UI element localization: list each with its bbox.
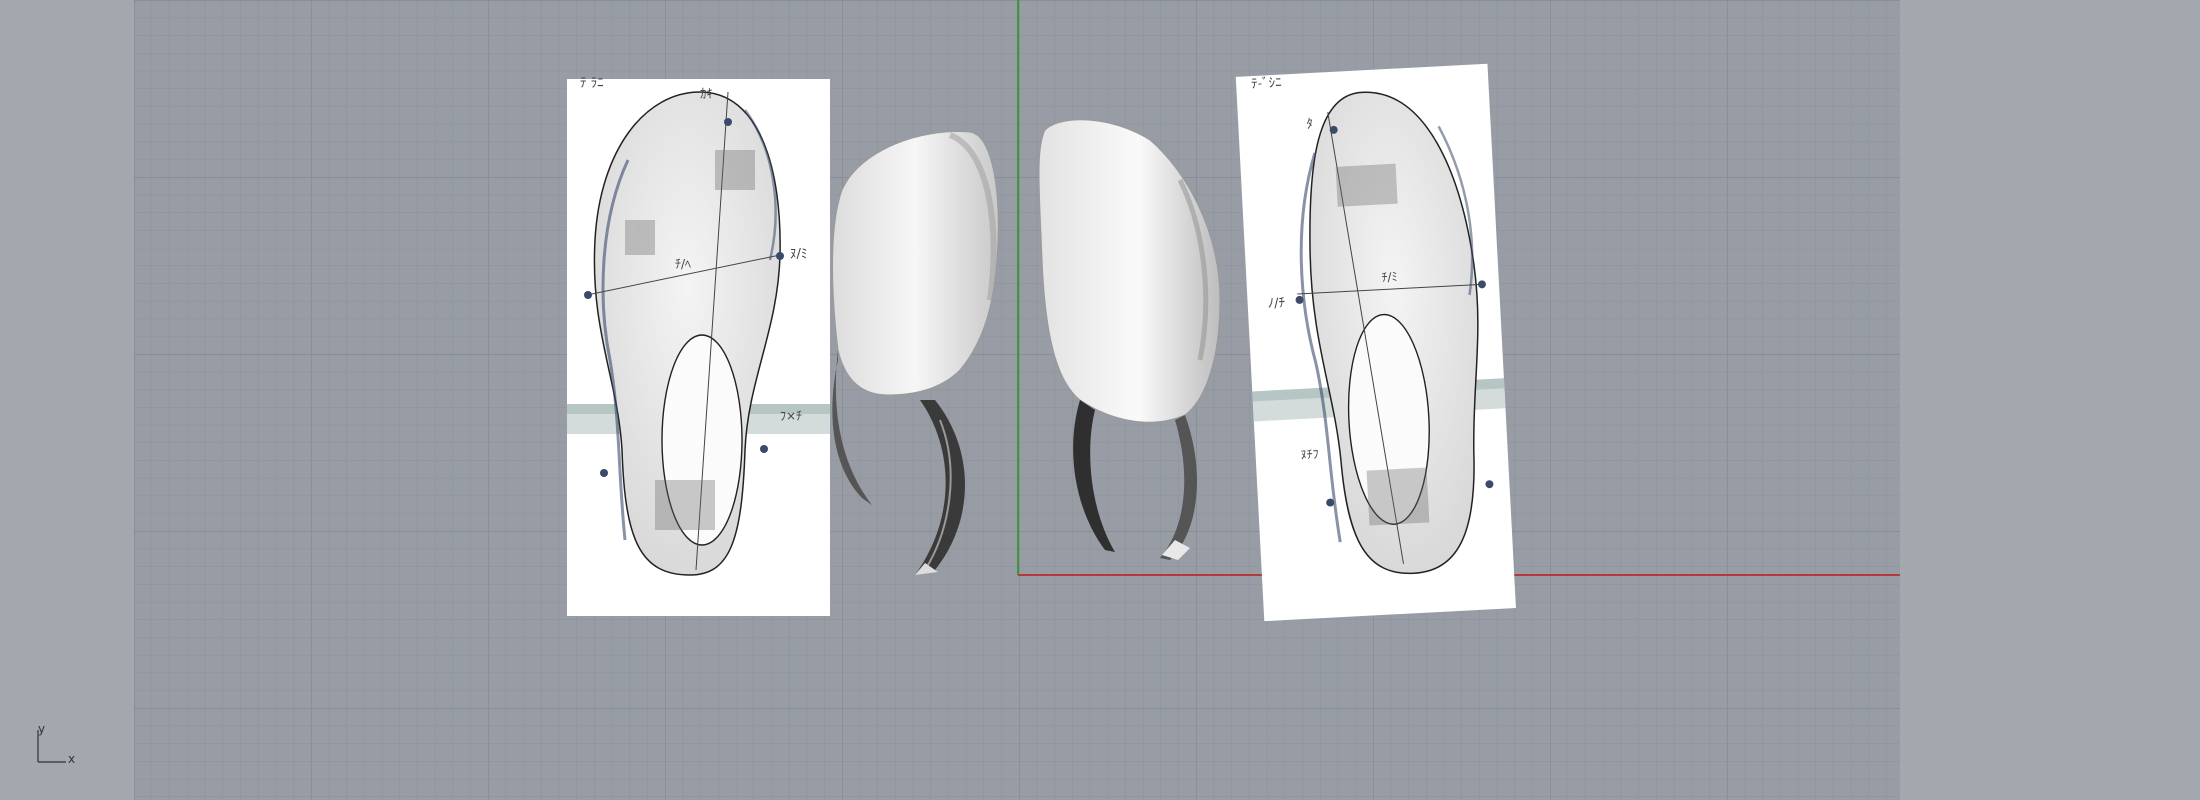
axis-x-label: x — [68, 752, 76, 766]
control-point[interactable] — [584, 291, 592, 299]
control-point[interactable] — [600, 469, 608, 477]
sketch-annotation: ｶｷ — [700, 87, 713, 102]
sketch-annotation: ﾁ/ﾐ — [1381, 270, 1398, 285]
sketch-annotation: ﾀ — [1306, 117, 1313, 132]
viewport-scene[interactable]: ﾃ ﾗﾆ ｶｷ ﾇ/ﾐ ﾁ/ﾍ ﾌ×ﾁ ﾃ-ﾞｼﾆ ﾀ ﾉ/ﾁ ﾁ/ﾐ ﾇﾁﾌ — [0, 0, 2200, 800]
sketch-annotation: ﾃ ﾗﾆ — [580, 76, 604, 91]
sketch-annotation: ﾇﾁﾌ — [1300, 447, 1319, 462]
left-sketch-image[interactable]: ﾃ ﾗﾆ ｶｷ ﾇ/ﾐ ﾁ/ﾍ ﾌ×ﾁ — [567, 76, 830, 616]
sketch-annotation: ﾉ/ﾁ — [1267, 296, 1285, 312]
sketch-annotation: ﾌ×ﾁ — [780, 409, 802, 423]
control-point[interactable] — [760, 445, 768, 453]
axis-gizmo: y x — [30, 720, 90, 770]
axis-y-label: y — [38, 722, 46, 736]
control-point[interactable] — [776, 252, 784, 260]
right-sketch-image[interactable]: ﾃ-ﾞｼﾆ ﾀ ﾉ/ﾁ ﾁ/ﾐ ﾇﾁﾌ — [1235, 63, 1516, 622]
control-point[interactable] — [724, 118, 732, 126]
sketch-annotation: ﾃ-ﾞｼﾆ — [1251, 76, 1282, 93]
sketch-annotation: ﾇ/ﾐ — [790, 247, 807, 262]
sketch-annotation: ﾁ/ﾍ — [675, 257, 691, 271]
